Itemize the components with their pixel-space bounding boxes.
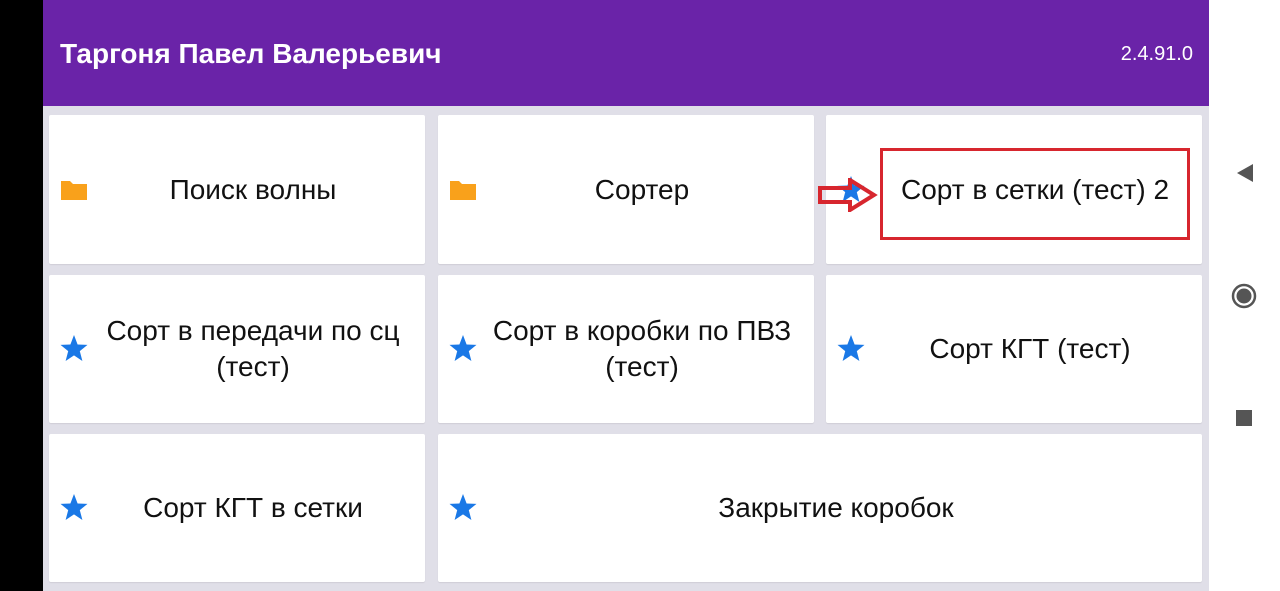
- tile-label: Закрытие коробок: [718, 492, 954, 523]
- app-screen: Таргоня Павел Валерьевич 2.4.91.0 Поиск …: [43, 0, 1209, 591]
- annotation-highlight-box: [880, 148, 1190, 240]
- home-circle-icon[interactable]: [1229, 281, 1259, 311]
- star-icon: [59, 334, 89, 364]
- recents-square-icon[interactable]: [1229, 403, 1259, 433]
- tile-label: Поиск волны: [169, 173, 337, 205]
- star-icon: [448, 493, 478, 523]
- star-icon: [448, 334, 478, 364]
- annotation-arrow-icon: [818, 178, 878, 212]
- tile-label: Сорт в коробки по ПВЗ (тест): [492, 315, 792, 382]
- tile-label: Сортер: [594, 173, 690, 205]
- tile-sorter[interactable]: Сортер: [438, 115, 814, 264]
- tile-label: Сорт КГТ в сетки: [143, 492, 363, 523]
- tile-close-boxes[interactable]: Закрытие коробок: [438, 434, 1202, 582]
- folder-icon: [59, 175, 89, 205]
- tile-label: Сорт КГТ (тест): [929, 333, 1131, 364]
- star-icon: [59, 493, 89, 523]
- back-triangle-icon[interactable]: [1229, 158, 1259, 188]
- user-name-title: Таргоня Павел Валерьевич: [60, 38, 442, 69]
- tile-sort-to-transfers-test[interactable]: Сорт в передачи по сц (тест): [49, 275, 425, 423]
- tile-label: Сорт в передачи по сц (тест): [106, 315, 400, 382]
- app-header: Таргоня Павел Валерьевич 2.4.91.0: [43, 0, 1209, 106]
- star-icon: [836, 334, 866, 364]
- tile-sort-kgt-to-nets[interactable]: Сорт КГТ в сетки: [49, 434, 425, 582]
- app-version: 2.4.91.0: [1120, 43, 1193, 65]
- tile-sort-to-boxes-by-pvz-test[interactable]: Сорт в коробки по ПВЗ (тест): [438, 275, 814, 423]
- folder-icon: [448, 175, 478, 205]
- tile-sort-kgt-test[interactable]: Сорт КГТ (тест): [826, 275, 1202, 423]
- system-nav-bar: [1209, 0, 1280, 591]
- tile-wave-search[interactable]: Поиск волны: [49, 115, 425, 264]
- screen-left-edge: [0, 0, 43, 591]
